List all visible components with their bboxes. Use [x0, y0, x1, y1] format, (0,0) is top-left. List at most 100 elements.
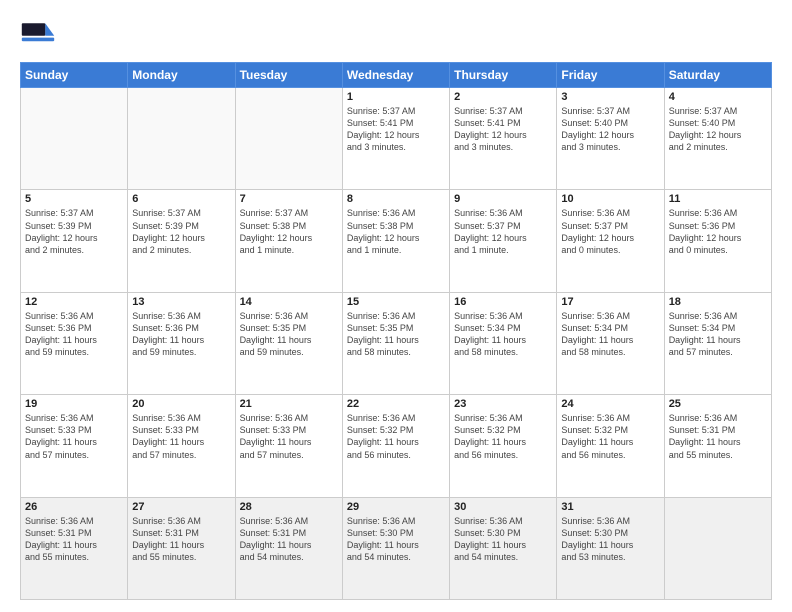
- day-number: 24: [561, 398, 659, 410]
- calendar-cell: [664, 497, 771, 599]
- weekday-header-thursday: Thursday: [450, 63, 557, 88]
- calendar-cell: 2 Sunrise: 5:37 AM Sunset: 5:41 PM Daylig…: [450, 88, 557, 190]
- day-info: Sunrise: 5:36 AM Sunset: 5:30 PM Dayligh…: [561, 515, 659, 564]
- week-row-4: 19 Sunrise: 5:36 AM Sunset: 5:33 PM Dayli…: [21, 395, 772, 497]
- calendar-cell: [235, 88, 342, 190]
- calendar-cell: 19 Sunrise: 5:36 AM Sunset: 5:33 PM Dayli…: [21, 395, 128, 497]
- day-number: 10: [561, 193, 659, 205]
- weekday-header-tuesday: Tuesday: [235, 63, 342, 88]
- day-number: 21: [240, 398, 338, 410]
- day-info: Sunrise: 5:37 AM Sunset: 5:39 PM Dayligh…: [25, 207, 123, 256]
- day-number: 7: [240, 193, 338, 205]
- logo-icon: [20, 16, 56, 52]
- day-info: Sunrise: 5:36 AM Sunset: 5:34 PM Dayligh…: [669, 310, 767, 359]
- calendar-cell: 4Sunrise: 5:37 AM Sunset: 5:40 PM Daylig…: [664, 88, 771, 190]
- calendar-cell: 16Sunrise: 5:36 AM Sunset: 5:34 PM Dayli…: [450, 292, 557, 394]
- calendar-cell: [128, 88, 235, 190]
- weekday-header-sunday: Sunday: [21, 63, 128, 88]
- day-info: Sunrise: 5:36 AM Sunset: 5:31 PM Dayligh…: [25, 515, 123, 564]
- day-info: Sunrise: 5:36 AM Sunset: 5:35 PM Dayligh…: [240, 310, 338, 359]
- day-info: Sunrise: 5:36 AM Sunset: 5:31 PM Dayligh…: [132, 515, 230, 564]
- day-info: Sunrise: 5:37 AM Sunset: 5:40 PM Dayligh…: [669, 105, 767, 154]
- day-number: 22: [347, 398, 445, 410]
- day-number: 6: [132, 193, 230, 205]
- week-row-2: 5 Sunrise: 5:37 AM Sunset: 5:39 PM Daylig…: [21, 190, 772, 292]
- day-info: Sunrise: 5:36 AM Sunset: 5:34 PM Dayligh…: [454, 310, 552, 359]
- day-number: 28: [240, 501, 338, 513]
- calendar-cell: 25 Sunrise: 5:36 AM Sunset: 5:31 PM Dayli…: [664, 395, 771, 497]
- day-info: Sunrise: 5:36 AM Sunset: 5:37 PM Dayligh…: [561, 207, 659, 256]
- week-row-1: 1 Sunrise: 5:37 AM Sunset: 5:41 PM Daylig…: [21, 88, 772, 190]
- calendar-cell: 15 Sunrise: 5:36 AM Sunset: 5:35 PM Dayli…: [342, 292, 449, 394]
- weekday-header-wednesday: Wednesday: [342, 63, 449, 88]
- day-number: 14: [240, 296, 338, 308]
- day-info: Sunrise: 5:36 AM Sunset: 5:36 PM Dayligh…: [132, 310, 230, 359]
- calendar-cell: 3 Sunrise: 5:37 AM Sunset: 5:40 PM Daylig…: [557, 88, 664, 190]
- weekday-header-monday: Monday: [128, 63, 235, 88]
- day-info: Sunrise: 5:36 AM Sunset: 5:30 PM Dayligh…: [347, 515, 445, 564]
- calendar-cell: 29Sunrise: 5:36 AM Sunset: 5:30 PM Dayli…: [342, 497, 449, 599]
- day-info: Sunrise: 5:37 AM Sunset: 5:41 PM Dayligh…: [454, 105, 552, 154]
- header: [20, 16, 772, 52]
- day-info: Sunrise: 5:36 AM Sunset: 5:38 PM Dayligh…: [347, 207, 445, 256]
- calendar-cell: 22 Sunrise: 5:36 AM Sunset: 5:32 PM Dayli…: [342, 395, 449, 497]
- calendar-cell: 10 Sunrise: 5:36 AM Sunset: 5:37 PM Dayli…: [557, 190, 664, 292]
- day-number: 9: [454, 193, 552, 205]
- day-number: 31: [561, 501, 659, 513]
- day-info: Sunrise: 5:36 AM Sunset: 5:36 PM Dayligh…: [669, 207, 767, 256]
- day-number: 5: [25, 193, 123, 205]
- day-number: 8: [347, 193, 445, 205]
- calendar-cell: 28Sunrise: 5:36 AM Sunset: 5:31 PM Dayli…: [235, 497, 342, 599]
- day-number: 13: [132, 296, 230, 308]
- day-number: 12: [25, 296, 123, 308]
- day-info: Sunrise: 5:36 AM Sunset: 5:34 PM Dayligh…: [561, 310, 659, 359]
- calendar-cell: [21, 88, 128, 190]
- weekday-header-friday: Friday: [557, 63, 664, 88]
- calendar-cell: 5 Sunrise: 5:37 AM Sunset: 5:39 PM Daylig…: [21, 190, 128, 292]
- day-info: Sunrise: 5:37 AM Sunset: 5:40 PM Dayligh…: [561, 105, 659, 154]
- calendar-cell: 14 Sunrise: 5:36 AM Sunset: 5:35 PM Dayli…: [235, 292, 342, 394]
- day-number: 20: [132, 398, 230, 410]
- day-info: Sunrise: 5:36 AM Sunset: 5:32 PM Dayligh…: [454, 412, 552, 461]
- weekday-header-saturday: Saturday: [664, 63, 771, 88]
- day-info: Sunrise: 5:37 AM Sunset: 5:39 PM Dayligh…: [132, 207, 230, 256]
- day-info: Sunrise: 5:36 AM Sunset: 5:32 PM Dayligh…: [347, 412, 445, 461]
- calendar-cell: 11 Sunrise: 5:36 AM Sunset: 5:36 PM Dayli…: [664, 190, 771, 292]
- calendar-cell: 12 Sunrise: 5:36 AM Sunset: 5:36 PM Dayli…: [21, 292, 128, 394]
- calendar-cell: 8 Sunrise: 5:36 AM Sunset: 5:38 PM Daylig…: [342, 190, 449, 292]
- day-info: Sunrise: 5:37 AM Sunset: 5:41 PM Dayligh…: [347, 105, 445, 154]
- calendar-cell: 30 Sunrise: 5:36 AM Sunset: 5:30 PM Dayli…: [450, 497, 557, 599]
- day-info: Sunrise: 5:36 AM Sunset: 5:33 PM Dayligh…: [132, 412, 230, 461]
- day-number: 15: [347, 296, 445, 308]
- day-number: 26: [25, 501, 123, 513]
- calendar-cell: 27 Sunrise: 5:36 AM Sunset: 5:31 PM Dayli…: [128, 497, 235, 599]
- day-number: 3: [561, 91, 659, 103]
- day-info: Sunrise: 5:36 AM Sunset: 5:35 PM Dayligh…: [347, 310, 445, 359]
- day-number: 19: [25, 398, 123, 410]
- day-info: Sunrise: 5:36 AM Sunset: 5:33 PM Dayligh…: [240, 412, 338, 461]
- day-info: Sunrise: 5:36 AM Sunset: 5:36 PM Dayligh…: [25, 310, 123, 359]
- calendar-cell: 17 Sunrise: 5:36 AM Sunset: 5:34 PM Dayli…: [557, 292, 664, 394]
- day-info: Sunrise: 5:36 AM Sunset: 5:30 PM Dayligh…: [454, 515, 552, 564]
- day-number: 1: [347, 91, 445, 103]
- day-info: Sunrise: 5:36 AM Sunset: 5:31 PM Dayligh…: [669, 412, 767, 461]
- calendar-cell: 18 Sunrise: 5:36 AM Sunset: 5:34 PM Dayli…: [664, 292, 771, 394]
- day-number: 11: [669, 193, 767, 205]
- calendar-cell: 31 Sunrise: 5:36 AM Sunset: 5:30 PM Dayli…: [557, 497, 664, 599]
- day-number: 17: [561, 296, 659, 308]
- calendar-cell: 21 Sunrise: 5:36 AM Sunset: 5:33 PM Dayli…: [235, 395, 342, 497]
- calendar-cell: 7Sunrise: 5:37 AM Sunset: 5:38 PM Daylig…: [235, 190, 342, 292]
- calendar-table: SundayMondayTuesdayWednesdayThursdayFrid…: [20, 62, 772, 600]
- calendar-header-row: SundayMondayTuesdayWednesdayThursdayFrid…: [21, 63, 772, 88]
- day-number: 25: [669, 398, 767, 410]
- day-number: 18: [669, 296, 767, 308]
- day-number: 27: [132, 501, 230, 513]
- day-number: 30: [454, 501, 552, 513]
- week-row-5: 26 Sunrise: 5:36 AM Sunset: 5:31 PM Dayli…: [21, 497, 772, 599]
- day-number: 23: [454, 398, 552, 410]
- day-info: Sunrise: 5:36 AM Sunset: 5:32 PM Dayligh…: [561, 412, 659, 461]
- day-info: Sunrise: 5:36 AM Sunset: 5:33 PM Dayligh…: [25, 412, 123, 461]
- day-number: 2: [454, 91, 552, 103]
- calendar-cell: 13 Sunrise: 5:36 AM Sunset: 5:36 PM Dayli…: [128, 292, 235, 394]
- calendar-cell: 9Sunrise: 5:36 AM Sunset: 5:37 PM Daylig…: [450, 190, 557, 292]
